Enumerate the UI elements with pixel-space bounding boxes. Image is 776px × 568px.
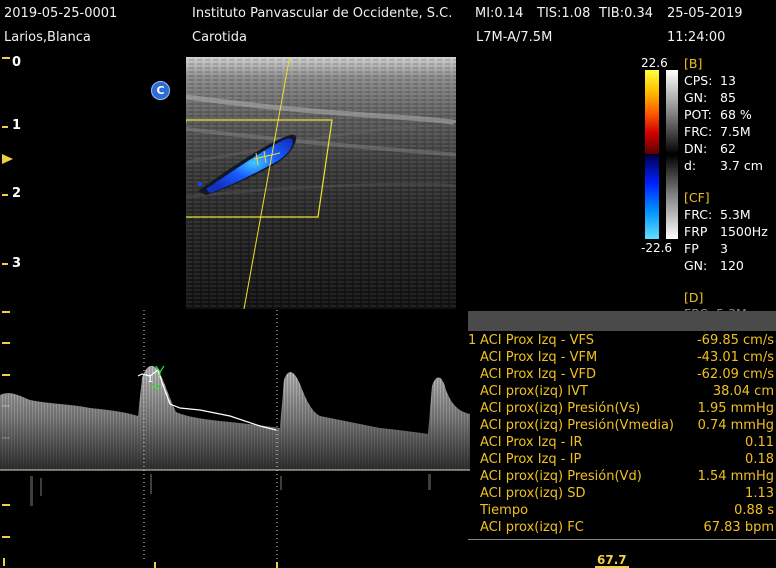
- measurement-label: ACI Prox Izq - IP: [480, 452, 582, 467]
- measurement-row[interactable]: ACI Prox Izq - IR 0.11: [468, 435, 776, 452]
- measurement-label: ACI prox(izq) Presión(Vd): [480, 469, 642, 484]
- measurement-value: 0.88 s: [734, 503, 774, 518]
- measurement-value: 67.83 bpm: [703, 520, 774, 535]
- measurement-row[interactable]: ACI prox(izq) Presión(Vmedia) 0.74 mmHg: [468, 418, 776, 435]
- param-key: DN:: [684, 141, 708, 156]
- param-key: POT:: [684, 107, 712, 122]
- thermal-index-bone: TIB:0.34: [599, 6, 654, 21]
- measurement-value: -43.01 cm/s: [696, 350, 774, 365]
- study-name: Carotida: [192, 30, 247, 45]
- measurement-row[interactable]: ACI prox(izq) FC 67.83 bpm: [468, 520, 776, 537]
- param-key: FRP: [684, 224, 708, 239]
- measurement-label: ACI prox(izq) FC: [480, 520, 584, 535]
- depth-label-1: 1: [12, 118, 22, 133]
- color-mode-badge: C: [151, 81, 170, 100]
- measurements-header-bar: [468, 311, 776, 331]
- param-value: 1500Hz: [720, 224, 768, 239]
- param-key: FRC:: [684, 124, 713, 139]
- measurement-label: ACI prox(izq) SD: [480, 486, 586, 501]
- measurement-label: Tiempo: [480, 503, 529, 518]
- depth-tick: [2, 263, 8, 265]
- measurement-label: ACI prox(izq) IVT: [480, 384, 588, 399]
- measurement-row[interactable]: 1 ACI Prox Izq - VFS -69.85 cm/s: [468, 333, 776, 350]
- gray-map-top: [666, 70, 678, 154]
- measurement-label: ACI Prox Izq - VFM: [480, 350, 598, 365]
- param-key: GN:: [684, 258, 708, 273]
- param-value: 5.3M: [720, 207, 751, 222]
- measurement-label: ACI Prox Izq - IR: [480, 435, 583, 450]
- measurements-panel: 1 ACI Prox Izq - VFS -69.85 cm/s ACI Prox …: [468, 333, 776, 537]
- doppler-spectrum[interactable]: 1: [0, 300, 470, 568]
- mechanical-index: MI:0.14: [475, 6, 524, 21]
- param-value: 3: [720, 241, 728, 256]
- measurements-divider: [468, 539, 776, 540]
- color-bar-negative: [645, 155, 659, 239]
- measurement-value: 38.04 cm: [712, 384, 774, 399]
- probe-name: L7M-A/7.5M: [476, 30, 553, 45]
- cf-section-label: [CF]: [684, 190, 710, 205]
- depth-label-3: 3: [12, 256, 22, 271]
- b-section-label: [B]: [684, 56, 703, 71]
- patient-name: Larios,Blanca: [4, 30, 91, 45]
- param-value: 68 %: [720, 107, 752, 122]
- peak-marker-label: 1: [147, 374, 153, 385]
- gray-map-bottom: [666, 155, 678, 239]
- measurement-value: 1.13: [745, 486, 774, 501]
- focus-marker-icon[interactable]: [2, 153, 14, 165]
- param-key: CPS:: [684, 73, 713, 88]
- measurement-row[interactable]: ACI prox(izq) Presión(Vs) 1.95 mmHg: [468, 401, 776, 418]
- measurement-value: 0.74 mmHg: [697, 418, 774, 433]
- measurement-row[interactable]: ACI Prox Izq - IP 0.18: [468, 452, 776, 469]
- measurement-value: 1.95 mmHg: [697, 401, 774, 416]
- measurement-value: -62.09 cm/s: [696, 367, 774, 382]
- color-bar-positive: [645, 70, 659, 154]
- measurement-row[interactable]: ACI prox(izq) SD 1.13: [468, 486, 776, 503]
- param-key: FP: [684, 241, 699, 256]
- thermal-index-soft: TIS:1.08: [537, 6, 591, 21]
- color-scale-min: -22.6: [641, 241, 673, 255]
- measurement-row[interactable]: Tiempo 0.88 s: [468, 503, 776, 520]
- param-key: d:: [684, 158, 697, 173]
- measurement-label: ACI Prox Izq - VFS: [480, 333, 595, 348]
- param-value: 7.5M: [720, 124, 751, 139]
- measurement-row[interactable]: ACI Prox Izq - VFD -62.09 cm/s: [468, 367, 776, 384]
- ultrasound-screen: 2019-05-25-0001 Instituto Panvascular de…: [0, 0, 776, 568]
- measurement-value: 0.18: [745, 452, 774, 467]
- measurement-row[interactable]: ACI prox(izq) IVT 38.04 cm: [468, 384, 776, 401]
- depth-tick: [2, 57, 10, 59]
- depth-tick: [2, 194, 8, 196]
- bmode-image[interactable]: [186, 57, 456, 309]
- param-value: 85: [720, 90, 736, 105]
- institution-name: Instituto Panvascular de Occidente, S.C.: [192, 6, 453, 21]
- measurement-label: ACI Prox Izq - VFD: [480, 367, 597, 382]
- depth-tick: [2, 126, 8, 128]
- measurement-index: 1: [468, 333, 477, 348]
- param-key: FRC:: [684, 207, 713, 222]
- measurement-value: 0.11: [745, 435, 774, 450]
- exam-time: 11:24:00: [667, 30, 726, 45]
- color-scale-max: 22.6: [641, 56, 668, 70]
- param-value: 120: [720, 258, 744, 273]
- d-section-label: [D]: [684, 290, 704, 305]
- param-key: GN:: [684, 90, 708, 105]
- exam-id: 2019-05-25-0001: [4, 6, 118, 21]
- depth-label-2: 2: [12, 186, 22, 201]
- heart-rate-readout: 67.7: [595, 553, 629, 568]
- measurement-label: ACI prox(izq) Presión(Vs): [480, 401, 641, 416]
- param-value: 62: [720, 141, 736, 156]
- measurement-label: ACI prox(izq) Presión(Vmedia): [480, 418, 675, 433]
- measurement-value: 1.54 mmHg: [697, 469, 774, 484]
- measurement-row[interactable]: ACI Prox Izq - VFM -43.01 cm/s: [468, 350, 776, 367]
- measurement-value: -69.85 cm/s: [696, 333, 774, 348]
- depth-label-0: 0: [12, 55, 22, 70]
- param-value: 13: [720, 73, 736, 88]
- measurement-row[interactable]: ACI prox(izq) Presión(Vd) 1.54 mmHg: [468, 469, 776, 486]
- param-value: 3.7 cm: [720, 158, 763, 173]
- exam-date: 25-05-2019: [667, 6, 743, 21]
